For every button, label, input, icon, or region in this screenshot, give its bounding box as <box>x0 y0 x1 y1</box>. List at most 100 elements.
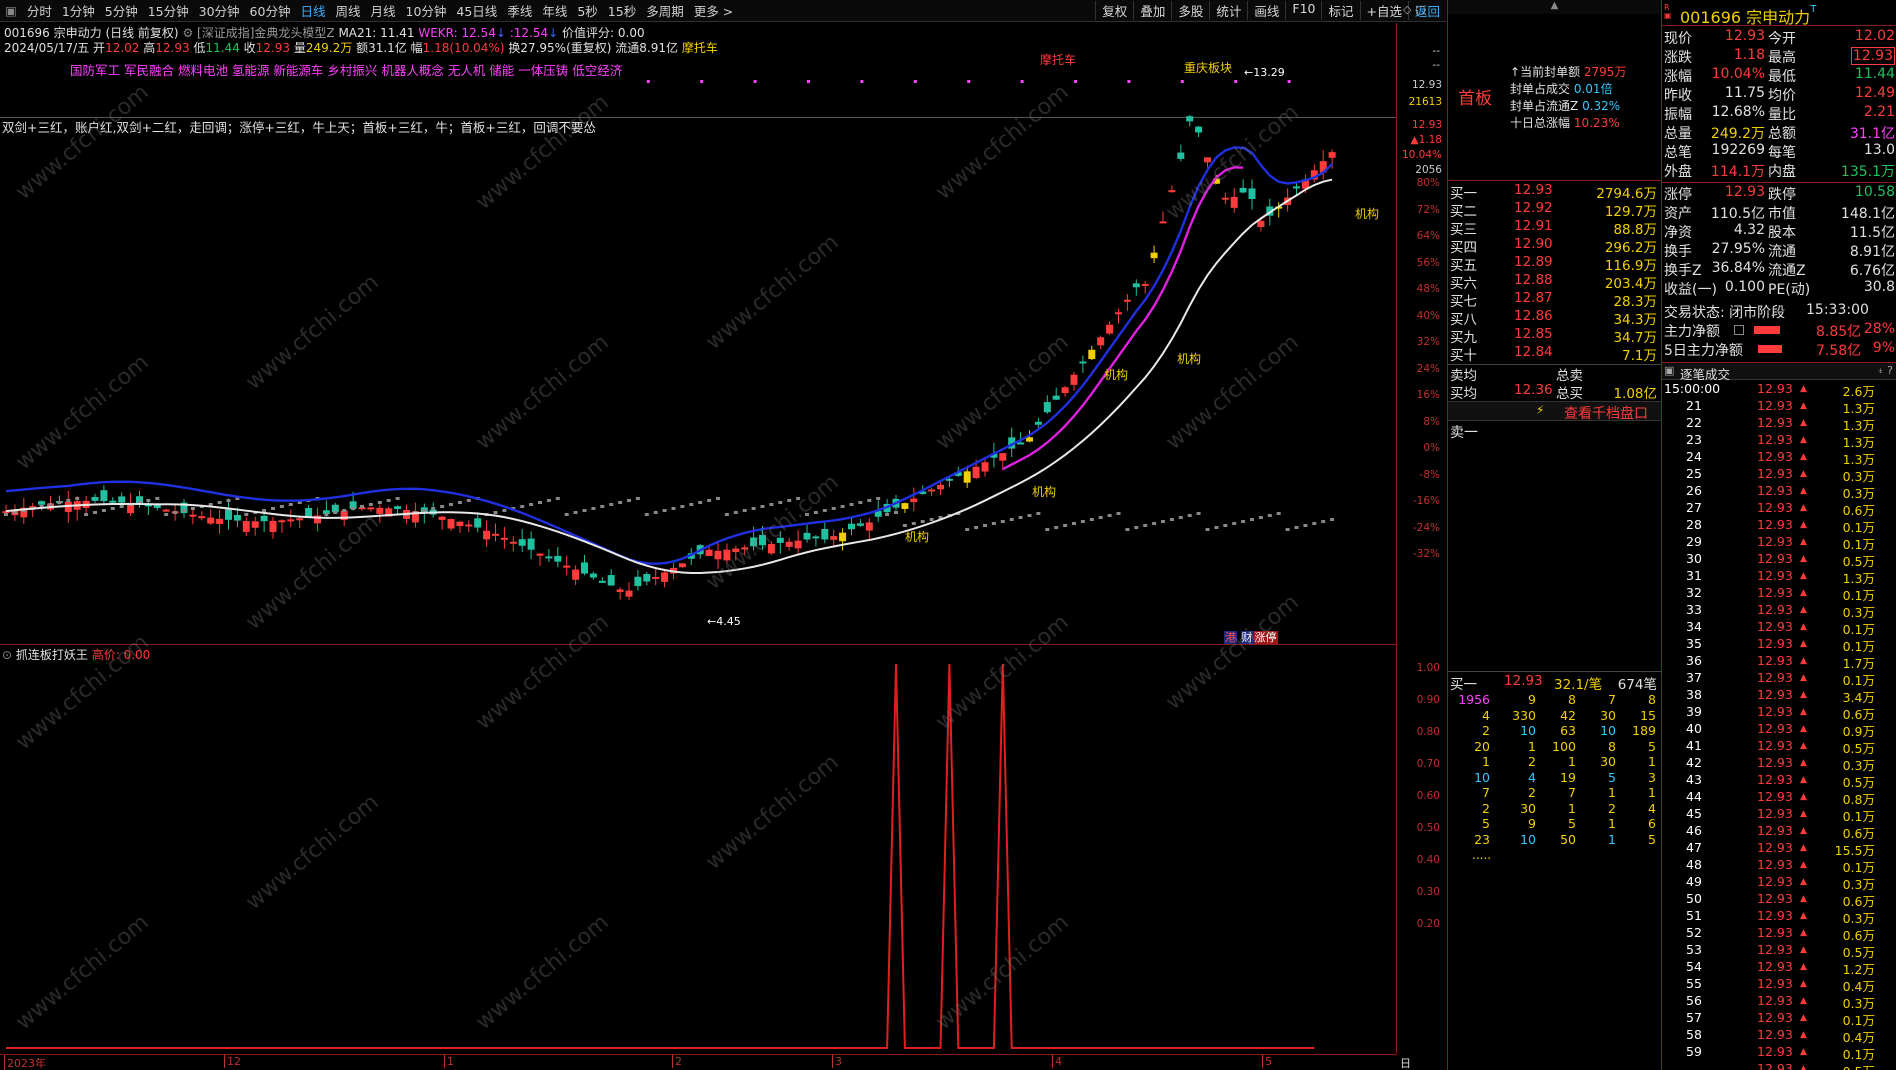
volume-mark <box>894 511 898 514</box>
fin-badge[interactable]: 财 <box>1240 631 1254 644</box>
volume-mark <box>698 501 703 504</box>
volume-mark <box>546 499 551 502</box>
volume-mark <box>466 499 471 502</box>
volume-mark <box>101 509 106 512</box>
toolbar-btn-7[interactable]: +自选 <box>1359 1 1408 20</box>
quote-row: 现价 12.93 今开 12.02 <box>1662 28 1896 47</box>
buy-level-6[interactable]: 买六 12.88 203.4万 <box>1448 272 1661 292</box>
tick-time: 57 <box>1686 1010 1702 1025</box>
buy-level-8[interactable]: 买八 12.86 34.3万 <box>1448 308 1661 328</box>
tab-13[interactable]: 5秒 <box>572 1 602 20</box>
queue-cell: 1 <box>1608 785 1616 800</box>
volume-mark <box>262 509 267 512</box>
dropdown-icon[interactable]: ▣ <box>1664 364 1674 377</box>
tick-time: 43 <box>1686 772 1702 787</box>
volume-mark <box>173 511 178 514</box>
toolbar-btn-5[interactable]: F10 <box>1285 1 1321 20</box>
tab-11[interactable]: 季线 <box>502 1 537 20</box>
tab-14[interactable]: 15秒 <box>603 1 641 20</box>
toolbar-btn-1[interactable]: 叠加 <box>1133 1 1171 20</box>
quote-label: 昨收 <box>1664 88 1692 104</box>
volume-mark <box>164 513 169 516</box>
sub-tick-6: 0.40 <box>1416 854 1440 866</box>
tab-16[interactable]: 更多 > <box>689 1 738 20</box>
tab-7[interactable]: 周线 <box>330 1 365 20</box>
tab-8[interactable]: 月线 <box>365 1 400 20</box>
tick-time: 29 <box>1686 534 1702 549</box>
volume-mark <box>57 501 62 504</box>
quote-row: 外盘 114.1万 内盘 135.1万 <box>1662 161 1896 180</box>
toolbar-btn-0[interactable]: 复权 <box>1095 1 1133 20</box>
queue-cell: 30 <box>1520 800 1536 816</box>
volume-mark <box>689 503 694 506</box>
tab-9[interactable]: 10分钟 <box>401 1 452 20</box>
tick-price: 12.93 <box>1757 398 1793 413</box>
buy-level-10[interactable]: 买十 12.84 7.1万 <box>1448 344 1661 364</box>
arrow-up-icon: ▲ <box>1800 1030 1807 1040</box>
volume-mark <box>600 505 605 508</box>
tab-12[interactable]: 年线 <box>537 1 572 20</box>
buy-level-7[interactable]: 买七 12.87 28.3万 <box>1448 290 1661 310</box>
candle-body <box>278 520 286 523</box>
queue-more[interactable]: ..... <box>1472 848 1491 862</box>
volume-mark <box>1125 528 1130 531</box>
menu-icon[interactable]: ▣ <box>0 3 22 18</box>
quote-row: 净资 4.32 股本 11.5亿 <box>1662 222 1896 241</box>
tick-price: 12.93 <box>1757 517 1793 532</box>
info-icon[interactable] <box>1734 325 1744 335</box>
buy-level-2[interactable]: 买二 12.92 129.7万 <box>1448 200 1661 220</box>
quote-label: 跌停 <box>1768 187 1796 203</box>
quote-value: 12.49 <box>1854 85 1895 101</box>
pin-icon[interactable]: ⍖ ? <box>1877 364 1893 378</box>
tick-time: 22 <box>1686 415 1702 430</box>
hk-badge[interactable]: 港 <box>1224 631 1237 644</box>
collapse-arrow-icon[interactable]: ▲ <box>1448 0 1661 14</box>
candle-body <box>945 478 953 481</box>
queue-cell: 1956 <box>1458 692 1490 707</box>
buy-level-5[interactable]: 买五 12.89 116.9万 <box>1448 254 1661 274</box>
buy-level-9[interactable]: 买九 12.85 34.7万 <box>1448 326 1661 346</box>
axis-controls[interactable]: ◇ ▢ <box>1403 3 1425 16</box>
arrow-up-icon: ▲ <box>1800 588 1807 598</box>
buy-label: 买六 <box>1450 276 1477 292</box>
buy-level-1[interactable]: 买一 12.93 2794.6万 <box>1448 182 1661 202</box>
tab-15[interactable]: 多周期 <box>641 1 689 20</box>
tab-4[interactable]: 30分钟 <box>194 1 245 20</box>
quote-row: 资产 110.5亿 市值 148.1亿 <box>1662 203 1896 222</box>
tab-5[interactable]: 60分钟 <box>245 1 296 20</box>
toolbar-btn-4[interactable]: 画线 <box>1247 1 1285 20</box>
tab-3[interactable]: 15分钟 <box>143 1 194 20</box>
quote-value: 30.8 <box>1863 279 1895 295</box>
tab-2[interactable]: 5分钟 <box>100 1 143 20</box>
low-price-mark: ←4.45 <box>707 615 741 628</box>
signal-dot <box>646 80 650 83</box>
quote-row: 振幅 12.68% 量比 2.21 <box>1662 104 1896 123</box>
kline-main-chart[interactable]: 001696 宗申动力 (日线 前复权) ⚙ [深证成指]金典龙头模型Z MA2… <box>0 23 1396 645</box>
volume-mark <box>635 497 640 500</box>
tab-0[interactable]: 分时 <box>22 1 57 20</box>
tab-6[interactable]: 日线 <box>295 1 330 20</box>
pct-tick-11: -8% <box>1419 468 1440 481</box>
buy-volume: 116.9万 <box>1604 258 1657 274</box>
tick-time: 47 <box>1686 840 1702 855</box>
volume-mark <box>760 505 765 508</box>
toolbar-btn-3[interactable]: 统计 <box>1209 1 1247 20</box>
tab-1[interactable]: 1分钟 <box>57 1 100 20</box>
buy-level-3[interactable]: 买三 12.91 88.8万 <box>1448 218 1661 238</box>
sub-indicator-panel[interactable]: ⊙ 抓连板打妖王 高价: 0.00 <box>0 646 1396 1054</box>
buy-level-4[interactable]: 买四 12.90 296.2万 <box>1448 236 1661 256</box>
toolbar-btn-6[interactable]: 标记 <box>1321 1 1359 20</box>
first-board-label: 首板 <box>1458 89 1492 109</box>
buy-volume: 34.7万 <box>1613 330 1657 346</box>
limit-up-badge[interactable]: 涨停 <box>1253 631 1278 644</box>
queue-cell: 100 <box>1552 738 1576 754</box>
toolbar-btn-2[interactable]: 多股 <box>1171 1 1209 20</box>
arrow-up-icon: ▲ <box>1800 707 1807 717</box>
volume-mark <box>93 511 97 514</box>
trade-time: 15:33:00 <box>1806 302 1869 318</box>
view-1000-button[interactable]: ⚡ 查看千档盘口 <box>1448 401 1661 422</box>
tick-time: 36 <box>1686 653 1702 668</box>
queue-row: 10 4 19 5 3 <box>1448 770 1661 785</box>
volume-mark <box>12 511 17 514</box>
tab-10[interactable]: 45日线 <box>451 1 502 20</box>
